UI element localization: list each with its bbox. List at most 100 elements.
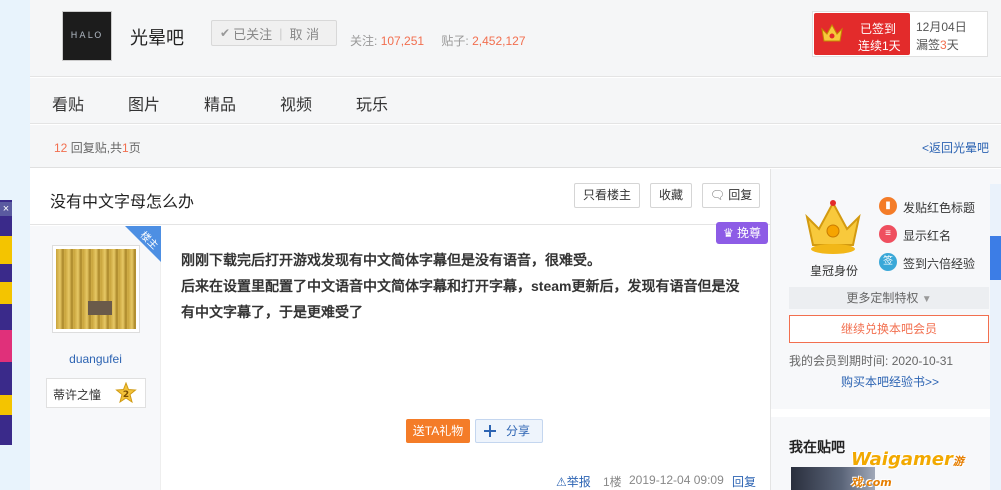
bookmark-icon: ▮ — [879, 197, 897, 215]
perk-label: 签到六倍经验 — [903, 257, 976, 271]
follow-count-label: 关注: — [350, 34, 378, 48]
follow-count: 107,251 — [380, 34, 425, 48]
missed-count: 3 — [940, 38, 947, 52]
crown-icon — [821, 23, 843, 42]
watermark-main: Waigamer — [851, 449, 953, 470]
forum-name[interactable]: 光晕吧 — [130, 24, 184, 50]
crown-identity-label: 皇冠身份 — [810, 264, 859, 278]
nav-tab-featured[interactable]: 精品 — [204, 91, 236, 115]
more-perks-toggle[interactable]: 更多定制特权 ▼ — [789, 287, 989, 309]
level-badge-icon: 2 — [115, 382, 137, 404]
nav-tab-posts[interactable]: 看贴 — [52, 91, 84, 115]
ad-block — [0, 395, 12, 415]
back-to-forum-link[interactable]: <返回光晕吧 — [922, 139, 989, 156]
owner-corner-badge: 楼主 — [125, 226, 161, 262]
sign-streak: 连续1天 — [858, 39, 901, 53]
avatar-detail — [88, 301, 112, 315]
post-content-line: 后来在设置里配置了中文语音中文简体字幕和打开字幕，steam更新后，发现有语音但… — [181, 278, 740, 320]
reply-link[interactable]: 回复 — [732, 473, 756, 490]
post-content-line: 刚刚下载完后打开游戏发现有中文简体字幕但是没有语音，很难受。 — [181, 252, 601, 268]
post-time: 2019-12-04 09:09 — [629, 473, 724, 487]
site-watermark: Waigamer游戏.com — [851, 449, 1001, 490]
crown-icon — [805, 200, 861, 254]
author-panel: duangufei 蒂许之憧 2 — [30, 226, 161, 490]
in-bar-title: 我在贴吧 — [789, 439, 845, 455]
only-owner-button[interactable]: 只看楼主 — [574, 183, 640, 208]
post-content: 刚刚下载完后打开游戏发现有中文简体字幕但是没有语音，很难受。 后来在设置里配置了… — [181, 247, 751, 325]
sign-status: 已签到 — [860, 22, 897, 36]
member-badge[interactable]: 蒂许之憧 2 — [46, 378, 146, 408]
vip-tag-label: 挽尊 — [737, 226, 762, 240]
chevron-down-icon: ▼ — [921, 294, 932, 305]
badge-name: 蒂许之憧 — [53, 388, 102, 402]
share-button[interactable]: 分享 — [475, 419, 543, 443]
member-sidebar: 皇冠身份 ▮ 发贴红色标题 ≡ 显示红名 签 签到六倍经验 更多定制特权 ▼ 继… — [771, 169, 1001, 490]
share-label: 分享 — [506, 424, 531, 438]
cancel-follow-button[interactable]: 取 消 — [289, 24, 319, 43]
divider: | — [279, 25, 283, 41]
badge-level: 2 — [123, 390, 129, 400]
favorite-button[interactable]: 收藏 — [650, 183, 692, 208]
missed-label: 漏签 — [916, 38, 941, 52]
post-count-label: 贴子: — [441, 34, 469, 48]
nav-tab-fun[interactable]: 玩乐 — [356, 91, 388, 115]
report-label: 举报 — [566, 475, 591, 489]
post-count: 2,452,127 — [472, 34, 526, 48]
more-perks-label: 更多定制特权 — [846, 291, 919, 305]
forum-nav: 看贴 图片 精品 视频 玩乐 — [30, 78, 1001, 124]
sign-in-button[interactable]: 已签到 连续1天 — [814, 13, 910, 55]
forum-stats: 关注: 107,251 贴子: 2,452,127 — [350, 32, 540, 49]
expiry-date: 2020-10-31 — [891, 354, 954, 368]
post-column: 没有中文字母怎么办 只看楼主 收藏 🗨 回复 duangufei 蒂许之憧 2 — [30, 169, 771, 490]
right-edge-tab[interactable] — [990, 236, 1001, 280]
report-link[interactable]: ⚠举报 — [556, 473, 591, 490]
thread-title-bar: 没有中文字母怎么办 只看楼主 收藏 🗨 回复 — [30, 169, 770, 225]
warning-icon: ⚠ — [556, 475, 567, 489]
renew-membership-button[interactable]: 继续兑换本吧会员 — [789, 315, 989, 343]
buy-exp-book-link[interactable]: 购买本吧经验书>> — [841, 373, 939, 390]
avatar-image — [56, 249, 136, 329]
logo-text: HALO — [70, 31, 104, 41]
floor-number: 1楼 — [603, 475, 622, 489]
missed-unit: 天 — [946, 38, 959, 52]
reply-summary: 12 回复贴,共1页 — [54, 139, 141, 156]
page-unit: 页 — [128, 141, 141, 155]
divider — [771, 409, 1001, 417]
nav-tab-images[interactable]: 图片 — [128, 91, 160, 115]
followed-label: 已关注 — [233, 26, 273, 42]
ad-block — [0, 330, 12, 362]
membership-expiry: 我的会员到期时间: 2020-10-31 — [789, 352, 953, 369]
reply-label: 回复贴,共 — [70, 141, 123, 155]
nav-tab-videos[interactable]: 视频 — [280, 91, 312, 115]
crown-small-icon: ♛ — [722, 226, 734, 240]
thread-title: 没有中文字母怎么办 — [50, 194, 195, 211]
send-gift-button[interactable]: 送TA礼物 — [406, 419, 470, 443]
perk-label: 发贴红色标题 — [903, 201, 976, 215]
page-count: 1 — [122, 141, 129, 155]
right-edge-bar — [990, 184, 1001, 490]
sign-in-box: 已签到 连续1天 12月04日 漏签3天 — [812, 11, 988, 57]
comment-icon: 🗨 — [709, 188, 725, 202]
sign-date: 12月04日 — [916, 20, 967, 34]
sign-icon: 签 — [879, 253, 897, 271]
thread-info-bar: 12 回复贴,共1页 <返回光晕吧 — [30, 125, 1001, 168]
close-icon[interactable]: × — [0, 202, 12, 216]
author-name[interactable]: duangufei — [30, 352, 161, 366]
vip-tag[interactable]: ♛ 挽尊 — [716, 222, 768, 244]
missed-days: 漏签3天 — [916, 36, 959, 53]
forum-page: HALO 光晕吧 ✔ 已关注 | 取 消 关注: 107,251 贴子: 2,4… — [30, 0, 1001, 490]
reply-button[interactable]: 🗨 回复 — [702, 183, 760, 208]
ad-block — [0, 236, 12, 264]
ad-block — [0, 282, 12, 304]
follow-box: ✔ 已关注 | 取 消 — [211, 20, 337, 46]
forum-header: HALO 光晕吧 ✔ 已关注 | 取 消 关注: 107,251 贴子: 2,4… — [30, 0, 1001, 77]
plus-icon — [484, 425, 496, 437]
left-ad-strip[interactable]: × — [0, 200, 12, 445]
chat-icon: ≡ — [879, 225, 897, 243]
reply-count: 12 — [54, 141, 68, 155]
check-icon: ✔ — [220, 26, 231, 40]
expiry-label: 我的会员到期时间: — [789, 354, 889, 368]
reply-button-label: 回复 — [728, 188, 753, 202]
forum-logo[interactable]: HALO — [62, 11, 112, 61]
perk-label: 显示红名 — [903, 229, 952, 243]
